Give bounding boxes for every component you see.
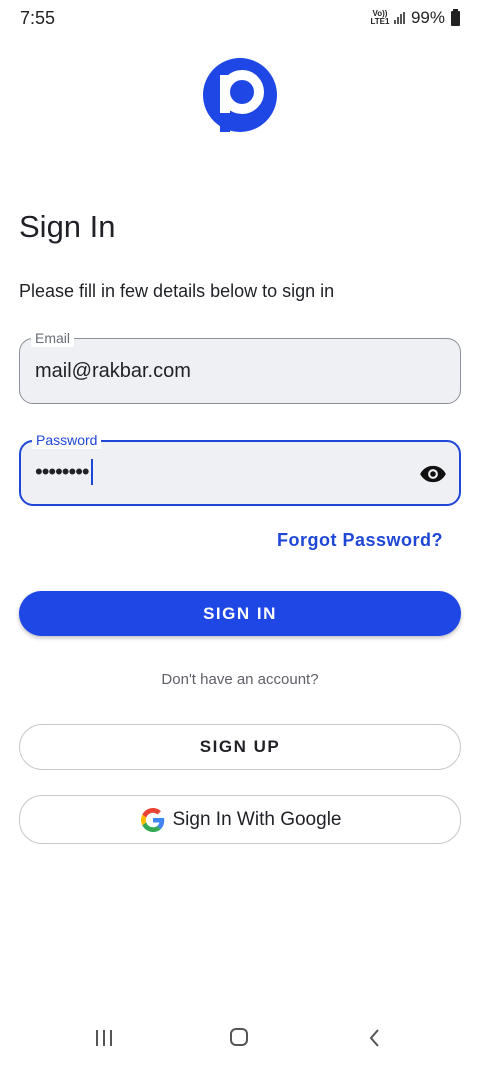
google-button-label: Sign In With Google [172,808,342,830]
recents-icon[interactable] [96,1030,116,1048]
status-time: 7:55 [20,8,56,28]
system-nav-bar [0,1010,480,1067]
signal-icon [393,12,405,24]
email-field[interactable]: Email mail@rakbar.com [19,329,461,404]
battery-percent: 99% [410,8,445,27]
battery-icon [451,8,460,26]
page-subtitle: Please fill in few details below to sign… [19,281,335,301]
password-input[interactable]: •••••••• [35,459,93,485]
password-field[interactable]: Password •••••••• [19,431,461,506]
google-icon [140,807,164,832]
network-label: Vo)) LTE1 [370,9,390,26]
sign-in-button[interactable]: SIGN IN [19,591,461,636]
email-label: Email [31,329,75,347]
status-bar: 7:55 Vo)) LTE1 99% [0,0,480,38]
password-label: Password [32,431,102,449]
status-indicators: Vo)) LTE1 99% [370,8,460,28]
eye-icon[interactable] [419,460,447,488]
forgot-password-link[interactable]: Forgot Password? [277,530,443,551]
home-icon[interactable] [230,1028,248,1046]
sign-up-button[interactable]: SIGN UP [19,724,461,770]
password-value: •••••••• [35,459,90,484]
page-title: Sign In [19,209,116,244]
email-value[interactable]: mail@rakbar.com [35,360,191,383]
back-icon[interactable] [367,1028,383,1048]
brand-p-logo [203,58,277,132]
no-account-text: Don't have an account? [161,671,319,688]
text-cursor [90,459,93,485]
google-sign-in-button[interactable]: Sign In With Google [19,795,461,844]
